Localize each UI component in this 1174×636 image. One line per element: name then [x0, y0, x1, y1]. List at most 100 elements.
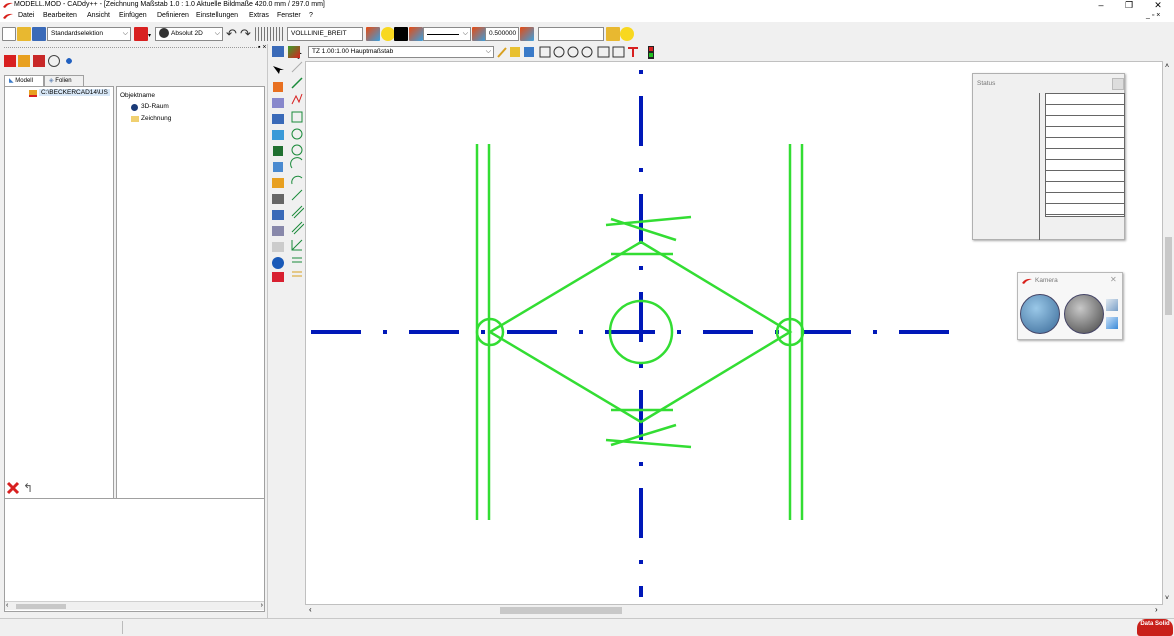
scroll-thumb[interactable]: [16, 604, 66, 609]
menu-definieren[interactable]: Definieren: [157, 12, 189, 19]
explorer-panel: ▪ × ◣ Modell ◈ Folien C:\BECKERCAD14\US …: [0, 44, 268, 618]
folder-icon: [131, 116, 139, 122]
property-hscrollbar[interactable]: ‹ ›: [5, 601, 264, 610]
tree-root-item[interactable]: C:\BECKERCAD14\US: [39, 89, 110, 96]
globe-icon: [159, 28, 169, 39]
folder-tools-icon[interactable]: [606, 27, 620, 41]
grid-icon[interactable]: [255, 27, 285, 41]
pen-icon[interactable]: [288, 46, 300, 58]
menu-ansicht[interactable]: Ansicht: [87, 12, 110, 19]
hscroll-thumb[interactable]: [500, 607, 622, 614]
canvas-hscrollbar[interactable]: ‹ ›: [305, 605, 1163, 616]
refresh-icon[interactable]: ↰: [23, 481, 33, 495]
menu-datei[interactable]: Datei: [18, 12, 34, 19]
orbit-sphere-icon[interactable]: [1020, 294, 1060, 334]
dropdown-arrow-icon[interactable]: ▾: [148, 32, 151, 39]
coordinate-mode-select[interactable]: Absolut 2D ⌵: [155, 27, 223, 41]
rotate-sphere-icon[interactable]: [1064, 294, 1104, 334]
circle-tool-icon[interactable]: [48, 55, 60, 67]
status-close-button[interactable]: [1112, 78, 1124, 90]
layer-stack-icon[interactable]: [409, 27, 423, 41]
menu-extras[interactable]: Extras: [249, 12, 269, 19]
data-solid-logo: Data Solid: [1137, 619, 1173, 636]
open-folder-icon[interactable]: [17, 27, 31, 41]
object-item-3d-raum[interactable]: 3D-Raum: [141, 103, 169, 110]
status-divider: [1039, 93, 1040, 240]
scroll-right-icon[interactable]: ›: [1155, 605, 1158, 614]
folder-icon[interactable]: [18, 55, 30, 67]
restore-button[interactable]: ❐: [1115, 0, 1143, 10]
property-view[interactable]: ‹ ›: [4, 498, 265, 612]
caddy-logo-icon: [3, 2, 13, 8]
menu-bar: Datei Bearbeiten Ansicht Einfügen Defini…: [0, 10, 1174, 22]
status-panel: Status: [972, 73, 1125, 240]
cross-tool-icon[interactable]: [6, 481, 20, 495]
layer-stack-icon[interactable]: [366, 27, 380, 41]
chevron-down-icon: ⌵: [214, 30, 220, 37]
title-bar: MODELL.MOD - CADdy++ - [Zeichnung Maßsta…: [0, 0, 1174, 10]
menu-bearbeiten[interactable]: Bearbeiten: [43, 12, 77, 19]
view-toolbar: TZ 1.00:1.00 Hauptmaßstab ⌵: [286, 44, 1174, 61]
model-icon[interactable]: [4, 55, 16, 67]
selection-mode-select[interactable]: Standardselektion ⌵: [47, 27, 131, 41]
close-icon[interactable]: ✕: [1110, 275, 1117, 284]
vscroll-thumb[interactable]: [1165, 237, 1172, 315]
scroll-left-icon[interactable]: ‹: [309, 605, 312, 614]
bulb-icon[interactable]: [620, 27, 634, 41]
new-file-icon[interactable]: [2, 27, 16, 41]
objects-list[interactable]: Objektname 3D-Raum Zeichnung: [116, 86, 265, 518]
chevron-down-icon: ⌵: [462, 30, 468, 37]
status-bar: Data Solid: [0, 618, 1174, 636]
geometry-tools-icons: [290, 61, 305, 277]
drawing-toolbar: [271, 44, 285, 618]
view-tools-icons: [497, 46, 654, 59]
scroll-down-icon[interactable]: ˅: [1165, 595, 1169, 602]
scroll-up-icon[interactable]: ˄: [1165, 63, 1169, 70]
tab-modell[interactable]: ◣ Modell: [4, 75, 44, 86]
tab-folien[interactable]: ◈ Folien: [44, 75, 84, 86]
redo-icon[interactable]: ↷: [240, 26, 251, 42]
close-button[interactable]: ✕: [1144, 0, 1172, 10]
chevron-down-icon: ⌵: [122, 30, 128, 37]
objects-header: Objektname: [120, 92, 156, 99]
tree-view[interactable]: C:\BECKERCAD14\US ‹ ›: [4, 86, 114, 518]
layer-stack-icon[interactable]: [472, 27, 486, 41]
line-style-preview: [427, 34, 459, 35]
bulb-icon[interactable]: [381, 27, 395, 41]
document-logo-icon[interactable]: [3, 13, 13, 19]
undo-icon[interactable]: ↶: [226, 26, 237, 42]
scale-select[interactable]: TZ 1.00:1.00 Hauptmaßstab ⌵: [308, 46, 494, 58]
network-icon[interactable]: [62, 55, 76, 67]
camera-panel: Kamera ✕: [1017, 272, 1123, 340]
line-style-select[interactable]: ⌵: [423, 27, 471, 41]
menu-fenster[interactable]: Fenster: [277, 12, 301, 19]
menu-help[interactable]: ?: [309, 12, 313, 19]
selection-filter-icon[interactable]: [134, 27, 148, 41]
caddy-logo-icon: [1022, 278, 1032, 284]
view-cube-icon[interactable]: [1106, 299, 1118, 311]
canvas-vscrollbar[interactable]: ˄ ˅: [1163, 61, 1174, 605]
panel-pin-close[interactable]: ▪ ×: [258, 44, 267, 51]
3d-space-icon: [131, 104, 138, 111]
scroll-right-icon[interactable]: ›: [261, 602, 263, 609]
centerlines: [311, 70, 971, 597]
delete-icon[interactable]: [33, 55, 45, 67]
minimize-button[interactable]: –: [1087, 0, 1115, 10]
menu-einfuegen[interactable]: Einfügen: [119, 12, 147, 19]
line-width-field[interactable]: 0.500000: [485, 27, 519, 41]
layer-stack-icon[interactable]: [520, 27, 534, 41]
view-cube-blue-icon[interactable]: [1106, 317, 1118, 329]
cross-icon: [6, 481, 20, 495]
free-input-field[interactable]: [538, 27, 604, 41]
geometry-toolbar: [290, 60, 305, 290]
panel-grip[interactable]: [4, 47, 259, 48]
object-item-zeichnung[interactable]: Zeichnung: [141, 115, 171, 122]
chevron-down-icon: ⌵: [485, 48, 491, 55]
color-swatch[interactable]: [394, 27, 408, 41]
window-title: MODELL.MOD - CADdy++ - [Zeichnung Maßsta…: [14, 1, 325, 8]
line-type-select[interactable]: VOLLLINIE_BREIT: [287, 27, 363, 41]
menu-einstellungen[interactable]: Einstellungen: [196, 12, 238, 19]
mdi-window-controls[interactable]: _ ▫ ×: [1146, 12, 1160, 19]
save-icon[interactable]: [32, 27, 46, 41]
scroll-left-icon[interactable]: ‹: [6, 602, 8, 609]
